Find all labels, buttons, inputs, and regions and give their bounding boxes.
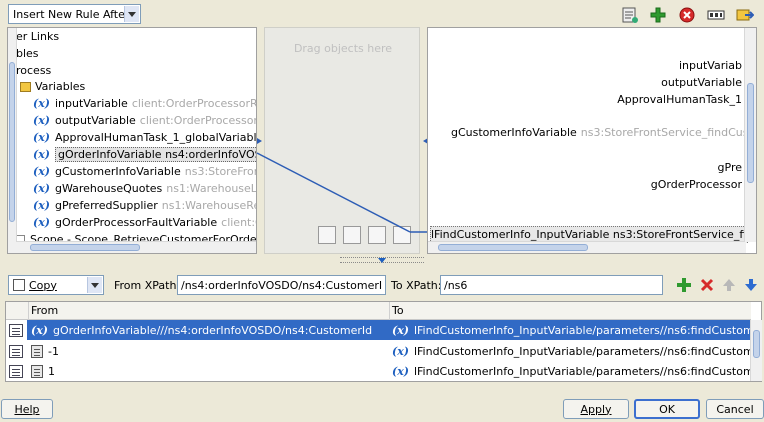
expression-icon (31, 344, 43, 358)
table-row[interactable]: -1 (x) lFindCustomerInfo_InputVariable/p… (5, 341, 750, 361)
column-header-to[interactable]: To (390, 302, 751, 320)
tree-row[interactable]: ApprovalHumanTask_1 (617, 91, 742, 108)
move-up-icon[interactable] (720, 276, 738, 294)
to-xpath-label: To XPath: (391, 279, 442, 292)
tree-row[interactable]: gCustomerInfoVariable ns3:StoreFrontServ… (451, 124, 756, 141)
tree-row[interactable]: outputVariable (661, 74, 742, 91)
target-tree-vscrollbar[interactable] (744, 28, 756, 242)
target-tree-panel[interactable]: inputVariab outputVariable ApprovalHuman… (427, 27, 757, 254)
operation-value: Copy (29, 278, 57, 292)
to-cell[interactable]: (x) lFindCustomerInfo_InputVariable/para… (389, 320, 750, 340)
variable-icon: (x) (31, 323, 48, 337)
table-row[interactable]: 1 (x) lFindCustomerInfo_InputVariable/pa… (5, 361, 750, 381)
variable-icon: (x) (392, 323, 409, 337)
row-icon (5, 361, 27, 381)
from-cell[interactable]: (x) gOrderInfoVariable///ns4:orderInfoVO… (27, 320, 389, 340)
copy-icon (13, 279, 25, 291)
grid-vscrollbar[interactable] (750, 320, 762, 381)
row-icon (5, 341, 27, 361)
scroll-thumb[interactable] (747, 83, 754, 183)
variable-icon: (x) (392, 344, 409, 358)
ok-button[interactable]: OK (634, 399, 700, 419)
to-cell[interactable]: (x) lFindCustomerInfo_InputVariable/para… (389, 361, 750, 381)
row-icon (5, 320, 27, 340)
column-header-from[interactable]: From (28, 302, 390, 320)
grid-header: From To (6, 302, 751, 320)
move-down-icon[interactable] (742, 276, 760, 294)
to-cell[interactable]: (x) lFindCustomerInfo_InputVariable/para… (389, 341, 750, 361)
cancel-button[interactable]: Cancel (706, 399, 764, 419)
delete-rule-icon[interactable] (698, 276, 716, 294)
table-row[interactable]: (x) gOrderInfoVariable///ns4:orderInfoVO… (5, 320, 750, 340)
from-xpath-input[interactable] (177, 275, 386, 295)
target-tree-hscrollbar[interactable] (428, 241, 746, 253)
splitter-arrow-icon[interactable] (378, 258, 386, 263)
scroll-thumb[interactable] (753, 330, 760, 358)
apply-button[interactable]: Apply (563, 399, 629, 419)
variable-icon: (x) (392, 364, 409, 378)
tree-row[interactable]: inputVariab (679, 57, 742, 74)
from-cell[interactable]: -1 (27, 341, 389, 361)
expression-icon (31, 364, 43, 378)
tree-row[interactable]: gPre (718, 159, 742, 176)
help-button[interactable]: Help (1, 399, 53, 419)
from-xpath-label: From XPath: (114, 279, 181, 292)
add-rule-icon[interactable] (675, 276, 693, 294)
tree-row[interactable]: gOrderProcessor (651, 176, 742, 193)
from-cell[interactable]: 1 (27, 361, 389, 381)
scroll-thumb[interactable] (438, 244, 588, 251)
operation-dropdown[interactable]: Copy (8, 275, 104, 295)
to-xpath-input[interactable] (440, 275, 663, 295)
chevron-down-icon[interactable] (87, 277, 102, 293)
